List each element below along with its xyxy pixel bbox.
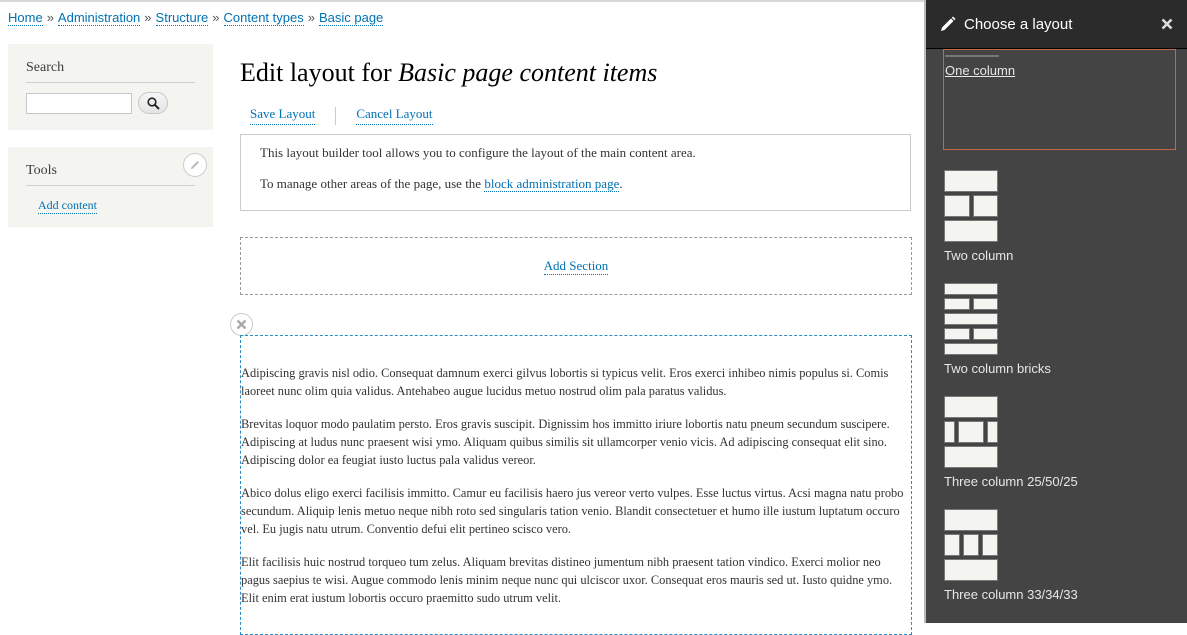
body-paragraph: Abico dolus eligo exerci facilisis immit… xyxy=(241,486,904,536)
search-button[interactable] xyxy=(138,92,168,114)
add-section-link[interactable]: Add Section xyxy=(543,258,609,275)
search-block-title: Search xyxy=(26,56,195,83)
close-icon xyxy=(236,319,247,330)
search-input[interactable] xyxy=(26,92,132,114)
breadcrumb-administration[interactable]: Administration xyxy=(57,10,141,26)
cancel-layout-button[interactable]: Cancel Layout xyxy=(356,106,433,125)
body-paragraph: Adipiscing gravis nisl odio. Consequat d… xyxy=(241,366,889,398)
layout-option-label: Three column 33/34/33 xyxy=(944,587,1078,602)
search-icon xyxy=(146,96,160,110)
help-line-2: To manage other areas of the page, use t… xyxy=(260,176,891,192)
panel-title: Choose a layout xyxy=(964,15,1073,33)
three-column-25-50-25-icon xyxy=(944,396,998,468)
help-line-1: This layout builder tool allows you to c… xyxy=(260,145,696,160)
pencil-icon xyxy=(941,16,956,31)
breadcrumb-separator: » xyxy=(212,10,220,25)
two-column-icon xyxy=(944,170,998,242)
search-form xyxy=(26,92,195,114)
one-column-icon xyxy=(945,55,999,57)
choose-layout-panel: Choose a layout One column Two column Tw… xyxy=(924,0,1187,623)
save-layout-button[interactable]: Save Layout xyxy=(250,106,316,125)
layout-actions: Save Layout Cancel Layout xyxy=(240,106,443,125)
add-section-area: Add Section xyxy=(240,237,912,295)
body-paragraph: Brevitas loquor modo paulatim persto. Er… xyxy=(241,417,890,467)
block-administration-link[interactable]: block administration page xyxy=(484,176,620,192)
two-column-bricks-icon xyxy=(944,283,998,355)
breadcrumb: Home» Administration» Structure» Content ty… xyxy=(8,10,384,26)
layout-option-three-column-25-50-25[interactable]: Three column 25/50/25 xyxy=(943,391,1176,489)
breadcrumb-separator: » xyxy=(307,10,315,25)
page-title: Edit layout for Basic page content items xyxy=(240,58,657,88)
layout-option-three-column-33-34-33[interactable]: Three column 33/34/33 xyxy=(943,504,1176,602)
remove-section-button[interactable] xyxy=(230,313,253,336)
layout-section: Adipiscing gravis nisl odio. Consequat d… xyxy=(240,335,912,635)
actions-divider xyxy=(335,106,337,125)
add-content-link[interactable]: Add content xyxy=(38,198,97,214)
breadcrumb-separator: » xyxy=(144,10,152,25)
layout-list: One column Two column Two column bricks xyxy=(926,49,1187,602)
close-icon xyxy=(1161,18,1173,29)
page-title-emphasis: Basic page content items xyxy=(398,58,658,87)
pencil-icon xyxy=(191,161,199,169)
page-title-prefix: Edit layout for xyxy=(240,58,399,87)
help-line-2-prefix: To manage other areas of the page, use t… xyxy=(260,176,485,191)
layout-option-label: One column xyxy=(945,63,1016,78)
body-paragraph: Elit facilisis huic nostrud torqueo tum … xyxy=(241,555,893,605)
tools-block: Tools Add content xyxy=(8,147,213,227)
search-block: Search xyxy=(8,44,213,130)
layout-option-label: Two column bricks xyxy=(944,361,1051,376)
three-column-33-34-33-icon xyxy=(944,509,998,581)
edit-block-button[interactable] xyxy=(183,153,207,177)
layout-option-label: Three column 25/50/25 xyxy=(944,474,1078,489)
help-line-2-suffix: . xyxy=(619,176,623,191)
layout-option-two-column-bricks[interactable]: Two column bricks xyxy=(943,278,1176,376)
layout-option-one-column[interactable]: One column xyxy=(943,49,1176,150)
breadcrumb-separator: » xyxy=(46,10,54,25)
panel-header: Choose a layout xyxy=(926,0,1187,49)
breadcrumb-structure[interactable]: Structure xyxy=(155,10,209,26)
breadcrumb-home[interactable]: Home xyxy=(8,10,43,26)
help-message: This layout builder tool allows you to c… xyxy=(240,134,911,211)
tools-block-title: Tools xyxy=(26,159,195,186)
breadcrumb-basic-page[interactable]: Basic page xyxy=(318,10,384,26)
close-panel-button[interactable] xyxy=(1161,14,1173,35)
layout-option-two-column[interactable]: Two column xyxy=(943,165,1176,263)
breadcrumb-content-types[interactable]: Content types xyxy=(223,10,304,26)
layout-option-label: Two column xyxy=(944,248,1014,263)
